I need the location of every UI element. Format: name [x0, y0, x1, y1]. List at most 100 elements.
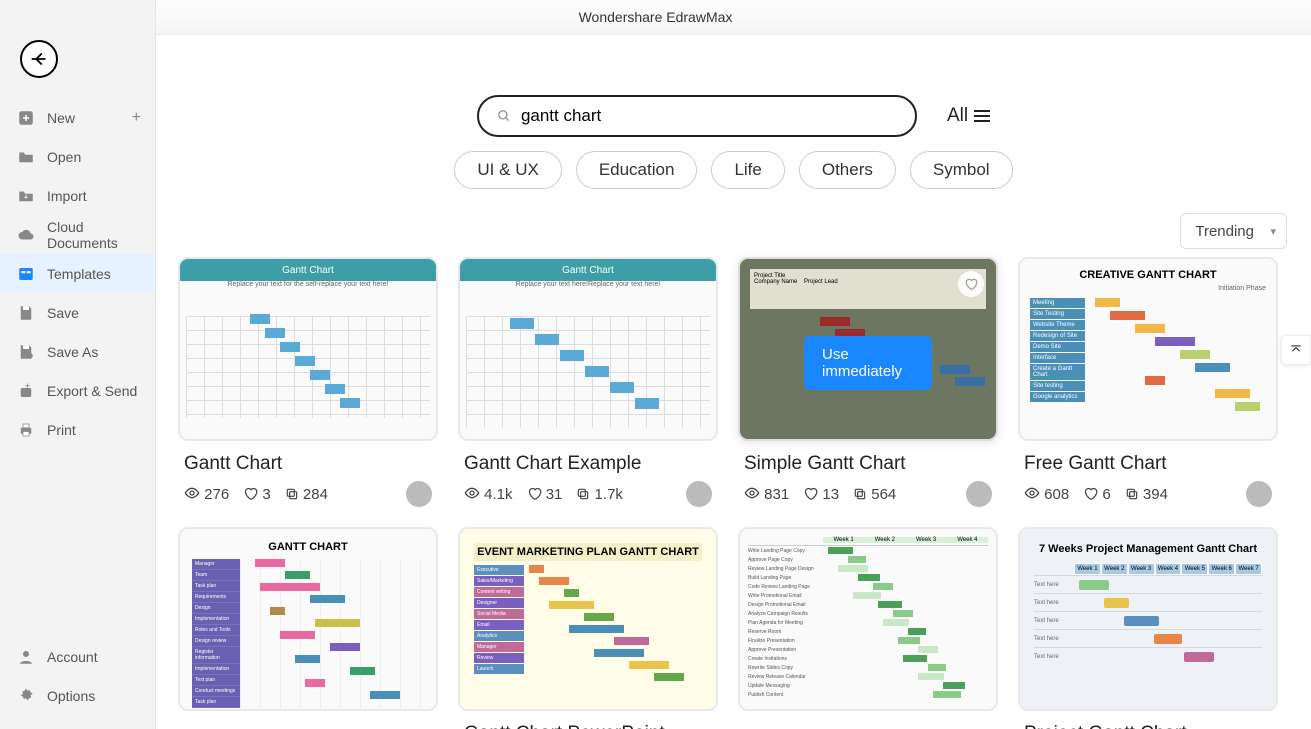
- thumb-sub: Replace your text here!Replace your text…: [460, 281, 716, 288]
- all-label: All: [947, 105, 968, 127]
- sidebar-item-new[interactable]: New +: [0, 98, 155, 137]
- sidebar-item-options[interactable]: Options: [0, 676, 155, 715]
- author-avatar[interactable]: [966, 481, 992, 507]
- app-title: Wondershare EdrawMax: [579, 9, 733, 25]
- sidebar-item-label: Import: [47, 188, 87, 204]
- eye-icon: [744, 485, 760, 501]
- sidebar-item-export-send[interactable]: Export & Send: [0, 371, 155, 410]
- sidebar-item-label: New: [47, 110, 75, 126]
- arrow-up-icon: [1289, 343, 1303, 357]
- sidebar-item-label: Account: [47, 649, 98, 665]
- thumb-sub: Replace your text for the self-replace y…: [180, 281, 436, 288]
- heart-icon: [1083, 486, 1098, 501]
- sidebar-item-label: Templates: [47, 266, 111, 282]
- eye-icon: [464, 485, 480, 501]
- search-box[interactable]: [477, 95, 917, 137]
- chip-others[interactable]: Others: [799, 151, 896, 189]
- sidebar-item-open[interactable]: Open: [0, 137, 155, 176]
- author-avatar[interactable]: [1246, 481, 1272, 507]
- likes: 13: [803, 486, 839, 503]
- plus-icon[interactable]: +: [132, 109, 141, 127]
- template-card[interactable]: Gantt Chart Replace your text for the sel…: [178, 257, 438, 507]
- folder-icon: [16, 148, 36, 166]
- template-meta: 831 13 564: [744, 481, 998, 507]
- plus-square-icon: [16, 109, 36, 127]
- template-card[interactable]: EVENT MARKETING PLAN GANTT CHARTExecutiv…: [458, 527, 718, 729]
- chip-education[interactable]: Education: [576, 151, 698, 189]
- copies: 394: [1125, 486, 1168, 503]
- scroll-top-button[interactable]: [1281, 335, 1311, 365]
- template-thumbnail[interactable]: Gantt ChartReplace your text here!Replac…: [458, 257, 718, 441]
- heart-icon: [527, 486, 542, 501]
- copy-icon: [576, 487, 590, 501]
- template-card[interactable]: GANTT CHARTManagerTeamTask planRequireme…: [178, 527, 438, 729]
- sidebar-item-import[interactable]: Import: [0, 176, 155, 215]
- template-icon: [16, 265, 36, 283]
- menu-icon: [974, 110, 990, 122]
- copies: 284: [285, 486, 328, 503]
- user-icon: [16, 648, 36, 666]
- back-button[interactable]: [20, 40, 58, 78]
- sidebar-item-label: Cloud Documents: [47, 219, 139, 251]
- chip-ui-ux[interactable]: UI & UX: [454, 151, 561, 189]
- sidebar-item-account[interactable]: Account: [0, 637, 155, 676]
- template-title: Free Gantt Chart: [1024, 453, 1278, 475]
- eye-icon: [1024, 485, 1040, 501]
- sidebar-item-label: Save As: [47, 344, 98, 360]
- template-thumbnail[interactable]: CREATIVE GANTT CHARTInitiation PhaseMeet…: [1018, 257, 1278, 441]
- views: 608: [1024, 485, 1069, 503]
- sidebar-item-print[interactable]: Print: [0, 410, 155, 449]
- template-meta: 608 6 394: [1024, 481, 1278, 507]
- sort-label: Trending: [1195, 223, 1254, 240]
- heart-icon: [964, 277, 978, 291]
- heart-icon: [803, 486, 818, 501]
- template-card[interactable]: Week 1Week 2Week 3Week 4Write Landing Pa…: [738, 527, 998, 729]
- likes: 31: [527, 486, 563, 503]
- sidebar: New + Open Import Cloud Documents Templates Sa…: [0, 0, 156, 729]
- thumb-header: GANTT CHART: [192, 541, 424, 553]
- template-thumbnail[interactable]: Project TitleCompany Name Project LeadUs…: [738, 257, 998, 441]
- use-immediately-button[interactable]: Use immediately: [804, 336, 932, 390]
- sidebar-item-cloud-documents[interactable]: Cloud Documents: [0, 215, 155, 254]
- copies: 1.7k: [576, 486, 623, 503]
- chip-life[interactable]: Life: [711, 151, 784, 189]
- template-thumbnail[interactable]: GANTT CHARTManagerTeamTask planRequireme…: [178, 527, 438, 711]
- eye-icon: [184, 485, 200, 501]
- sidebar-item-templates[interactable]: Templates: [0, 254, 155, 293]
- import-icon: [16, 187, 36, 205]
- template-thumbnail[interactable]: 7 Weeks Project Management Gantt ChartWe…: [1018, 527, 1278, 711]
- views: 276: [184, 485, 229, 503]
- filter-all-button[interactable]: All: [947, 105, 990, 127]
- template-title: Project Gantt Chart: [1024, 723, 1278, 729]
- template-thumbnail[interactable]: Gantt ChartReplace your text for the sel…: [178, 257, 438, 441]
- template-title: Gantt Chart: [184, 453, 438, 475]
- sidebar-item-save[interactable]: Save: [0, 293, 155, 332]
- copy-icon: [1125, 487, 1139, 501]
- template-card[interactable]: 7 Weeks Project Management Gantt ChartWe…: [1018, 527, 1278, 729]
- chip-symbol[interactable]: Symbol: [910, 151, 1013, 189]
- sort-dropdown[interactable]: Trending ▾: [1180, 213, 1287, 249]
- template-thumbnail[interactable]: Week 1Week 2Week 3Week 4Write Landing Pa…: [738, 527, 998, 711]
- sidebar-item-save-as[interactable]: Save As: [0, 332, 155, 371]
- search-input[interactable]: [521, 106, 897, 126]
- save-icon: [16, 304, 36, 322]
- favorite-button[interactable]: [958, 271, 984, 297]
- sidebar-item-label: Print: [47, 422, 76, 438]
- template-card[interactable]: Project TitleCompany Name Project LeadUs…: [738, 257, 998, 507]
- sidebar-item-label: Open: [47, 149, 81, 165]
- template-title: Gantt Chart PowerPoint: [464, 723, 718, 729]
- copy-icon: [853, 487, 867, 501]
- template-card[interactable]: CREATIVE GANTT CHARTInitiation PhaseMeet…: [1018, 257, 1278, 507]
- author-avatar[interactable]: [406, 481, 432, 507]
- author-avatar[interactable]: [686, 481, 712, 507]
- template-card[interactable]: Gantt ChartReplace your text here!Replac…: [458, 257, 718, 507]
- search-icon: [497, 109, 511, 123]
- sidebar-item-label: Export & Send: [47, 383, 137, 399]
- template-meta: 4.1k 31 1.7k: [464, 481, 718, 507]
- template-thumbnail[interactable]: EVENT MARKETING PLAN GANTT CHARTExecutiv…: [458, 527, 718, 711]
- copies: 564: [853, 486, 896, 503]
- save-as-icon: [16, 343, 36, 361]
- template-title: Gantt Chart Example: [464, 453, 718, 475]
- thumb-header: Gantt Chart: [460, 259, 716, 281]
- views: 831: [744, 485, 789, 503]
